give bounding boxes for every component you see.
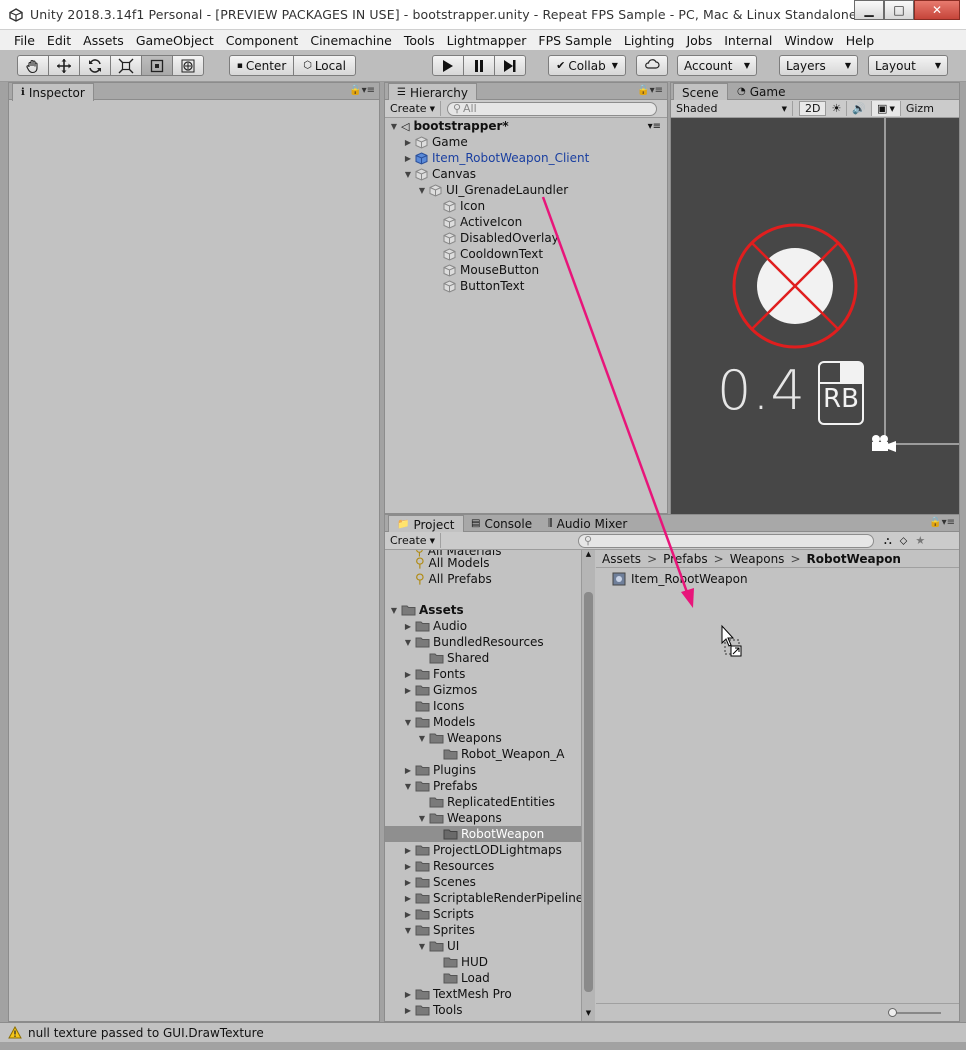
warning-icon <box>8 1025 22 1040</box>
status-message: null texture passed to GUI.DrawTexture <box>28 1025 264 1040</box>
drag-cursor-icon <box>721 624 742 657</box>
drag-arrow-line <box>541 196 690 596</box>
drag-arrow-head-icon <box>681 588 694 608</box>
drag-annotation-overlay <box>541 196 742 657</box>
status-bar[interactable]: null texture passed to GUI.DrawTexture <box>0 1022 966 1042</box>
